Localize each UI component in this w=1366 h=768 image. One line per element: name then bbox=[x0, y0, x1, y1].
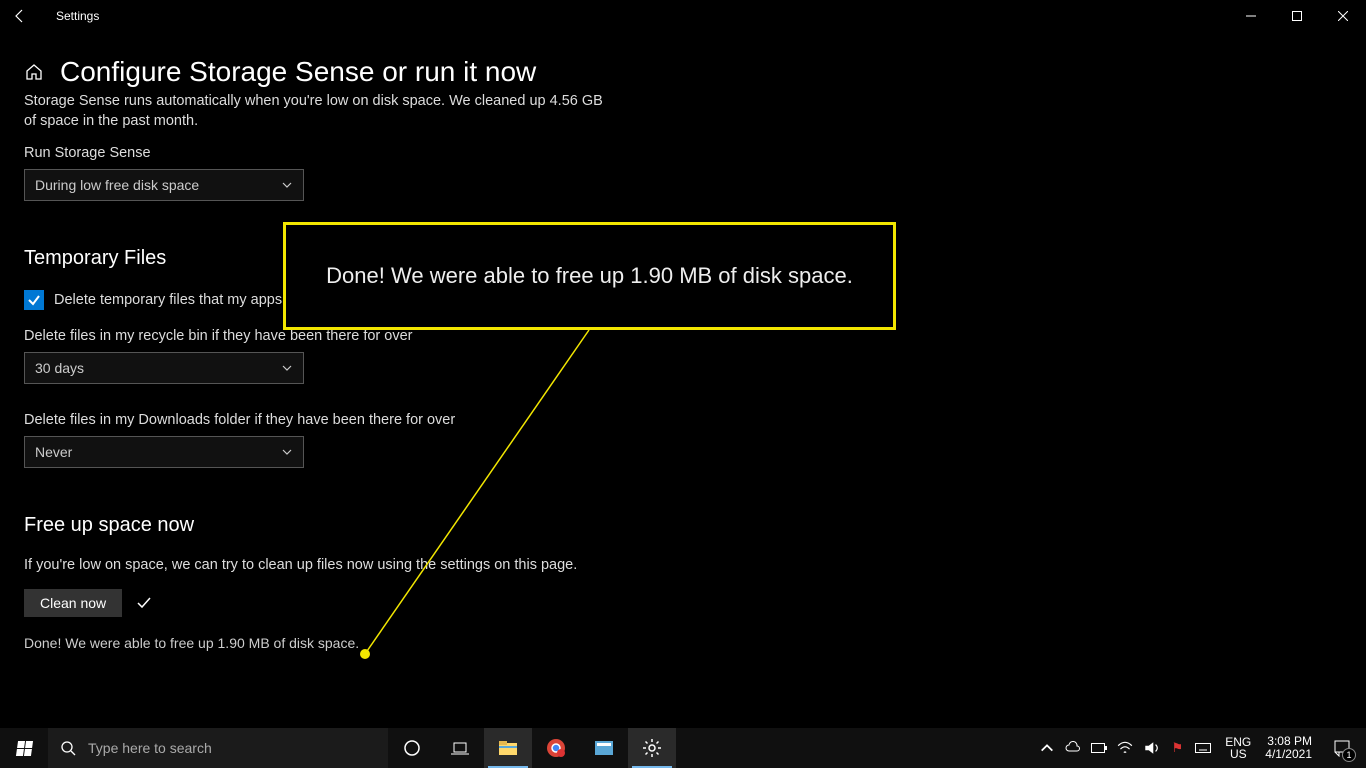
run-storage-sense-dropdown[interactable]: During low free disk space bbox=[24, 169, 304, 201]
tray-chevron-up-icon[interactable] bbox=[1039, 740, 1055, 756]
volume-icon[interactable] bbox=[1143, 740, 1159, 756]
close-button[interactable] bbox=[1320, 0, 1366, 32]
clean-result-text: Done! We were able to free up 1.90 MB of… bbox=[24, 635, 616, 651]
callout-box: Done! We were able to free up 1.90 MB of… bbox=[283, 222, 896, 330]
free-up-space-desc: If you're low on space, we can try to cl… bbox=[24, 557, 616, 573]
onedrive-icon[interactable] bbox=[1065, 740, 1081, 756]
callout-text: Done! We were able to free up 1.90 MB of… bbox=[326, 263, 853, 289]
app-icon[interactable] bbox=[580, 728, 628, 768]
page-title: Configure Storage Sense or run it now bbox=[60, 56, 536, 88]
search-icon bbox=[60, 740, 76, 756]
checkmark-icon bbox=[136, 595, 152, 611]
file-explorer-icon[interactable] bbox=[484, 728, 532, 768]
titlebar: Settings bbox=[0, 0, 1366, 32]
system-tray[interactable]: ⚑ bbox=[1033, 740, 1217, 756]
security-icon[interactable]: ⚑ bbox=[1169, 740, 1185, 756]
notification-badge: 1 bbox=[1342, 748, 1356, 762]
delete-temp-checkbox[interactable] bbox=[24, 290, 44, 310]
settings-icon[interactable] bbox=[628, 728, 676, 768]
search-placeholder: Type here to search bbox=[88, 740, 212, 756]
back-button[interactable] bbox=[8, 4, 32, 28]
start-button[interactable] bbox=[0, 728, 48, 768]
minimize-button[interactable] bbox=[1228, 0, 1274, 32]
maximize-button[interactable] bbox=[1274, 0, 1320, 32]
chevron-down-icon bbox=[281, 446, 293, 458]
battery-icon[interactable] bbox=[1091, 740, 1107, 756]
task-view-icon[interactable] bbox=[436, 728, 484, 768]
free-up-space-heading: Free up space now bbox=[24, 514, 616, 537]
wifi-icon[interactable] bbox=[1117, 740, 1133, 756]
window-title: Settings bbox=[56, 9, 99, 23]
chevron-down-icon bbox=[281, 362, 293, 374]
clock[interactable]: 3:08 PM 4/1/2021 bbox=[1259, 735, 1318, 761]
downloads-label: Delete files in my Downloads folder if t… bbox=[24, 412, 616, 428]
recycle-bin-label: Delete files in my recycle bin if they h… bbox=[24, 328, 616, 344]
clean-now-button[interactable]: Clean now bbox=[24, 589, 122, 617]
chevron-down-icon bbox=[281, 179, 293, 191]
chrome-icon[interactable] bbox=[532, 728, 580, 768]
callout-dot bbox=[360, 649, 370, 659]
language-indicator[interactable]: ENG US bbox=[1221, 736, 1255, 760]
recycle-bin-value: 30 days bbox=[35, 360, 84, 376]
action-center-icon[interactable]: 1 bbox=[1322, 728, 1362, 768]
taskbar: Type here to search bbox=[0, 728, 1366, 768]
home-icon[interactable] bbox=[24, 62, 44, 82]
windows-logo-icon bbox=[15, 741, 32, 756]
downloads-value: Never bbox=[35, 444, 72, 460]
content-area: Storage Sense runs automatically when yo… bbox=[0, 92, 640, 651]
page-header: Configure Storage Sense or run it now bbox=[0, 32, 1366, 96]
checkmark-icon bbox=[27, 293, 41, 307]
keyboard-icon[interactable] bbox=[1195, 740, 1211, 756]
run-storage-sense-value: During low free disk space bbox=[35, 177, 199, 193]
run-storage-sense-label: Run Storage Sense bbox=[24, 145, 616, 161]
cortana-icon[interactable] bbox=[388, 728, 436, 768]
downloads-dropdown[interactable]: Never bbox=[24, 436, 304, 468]
taskbar-search[interactable]: Type here to search bbox=[48, 728, 388, 768]
recycle-bin-dropdown[interactable]: 30 days bbox=[24, 352, 304, 384]
intro-text: Storage Sense runs automatically when yo… bbox=[24, 92, 616, 131]
